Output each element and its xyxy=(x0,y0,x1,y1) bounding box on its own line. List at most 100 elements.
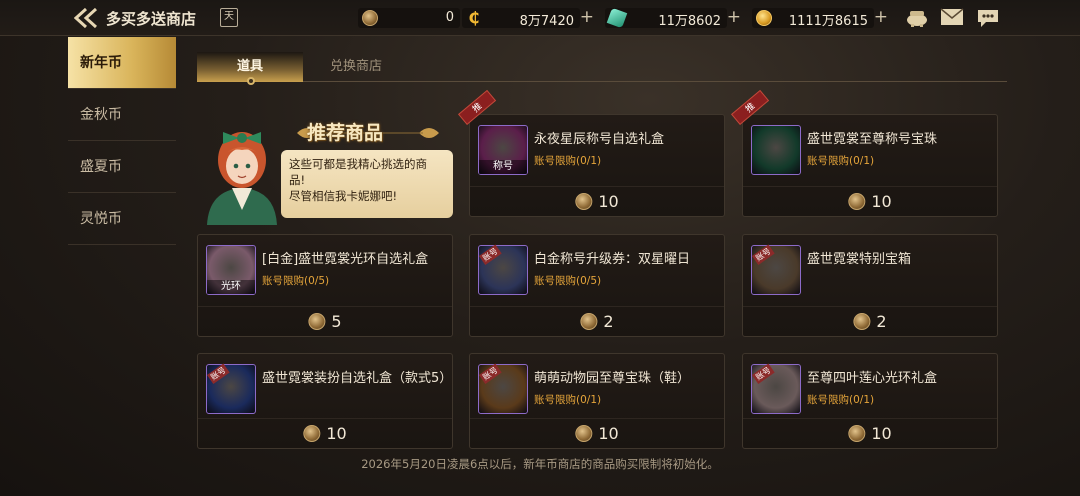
price-bar[interactable]: 10 xyxy=(743,186,997,216)
price-value: 10 xyxy=(598,192,619,211)
tab-bar: 道具 兑换商店 xyxy=(197,52,1007,82)
price-value: 10 xyxy=(871,424,892,443)
product-card[interactable]: 账号 盛世霓裳特别宝箱 2 xyxy=(742,234,998,337)
price-bar[interactable]: 2 xyxy=(470,306,724,336)
product-name: 白金称号升级券：双星曜日 xyxy=(534,252,691,267)
price-bar[interactable]: 2 xyxy=(743,306,997,336)
product-card[interactable]: 账号 白金称号升级券：双星曜日 账号限购(0/5) 2 xyxy=(469,234,725,337)
price: 10 xyxy=(575,192,619,211)
purchase-limit: 账号限购(0/5) xyxy=(262,275,330,287)
price-bar[interactable]: 10 xyxy=(470,418,724,448)
thumbnail-label: 光环 xyxy=(207,280,255,294)
price-value: 10 xyxy=(598,424,619,443)
chat-icon[interactable] xyxy=(976,8,1000,28)
currency-value: 8万7420 xyxy=(519,14,574,29)
product-name: 盛世霓裳装扮自选礼盒（款式5） xyxy=(262,371,453,386)
purchase-limit: 账号限购(0/1) xyxy=(807,155,875,167)
purchase-limit: 账号限购(0/1) xyxy=(534,394,602,406)
currency-bronze: 0 xyxy=(358,8,460,28)
price: 5 xyxy=(308,312,342,331)
add-currency-button[interactable]: + xyxy=(727,7,741,27)
price-value: 10 xyxy=(326,424,347,443)
purchase-limit: 账号限购(0/1) xyxy=(807,394,875,406)
cauldron-icon[interactable] xyxy=(905,8,929,28)
mail-icon[interactable] xyxy=(940,8,964,28)
price-value: 5 xyxy=(331,312,342,331)
product-name: 萌萌动物园至尊宝珠（鞋） xyxy=(534,371,691,386)
account-stamp: 账号 xyxy=(207,363,230,385)
account-stamp: 账号 xyxy=(479,244,502,266)
price-value: 10 xyxy=(871,192,892,211)
sidebar-item-summer[interactable]: 盛夏币 xyxy=(68,141,176,193)
tab-exchange-shop[interactable]: 兑换商店 xyxy=(303,52,409,82)
add-currency-button[interactable]: + xyxy=(580,7,594,27)
bronze-coin-icon xyxy=(303,425,321,442)
price-bar[interactable]: 5 xyxy=(198,306,452,336)
price: 2 xyxy=(580,312,614,331)
tab-indicator xyxy=(247,77,255,85)
recommend-tag: 推 xyxy=(731,89,770,125)
price: 10 xyxy=(848,424,892,443)
currency-value: 0 xyxy=(445,10,454,25)
currency-c: ₵ 8万7420 + xyxy=(462,7,594,29)
product-name: 永夜星辰称号自选礼盒 xyxy=(534,132,665,147)
c-coin-icon: ₵ xyxy=(468,8,480,27)
reset-notice: 2026年5月20日凌晨6点以后，新年币商店的商品购买限制将初始化。 xyxy=(361,457,719,471)
price: 2 xyxy=(853,312,887,331)
account-stamp: 账号 xyxy=(752,363,775,385)
currency-gold: 1111万8615 + xyxy=(752,7,888,29)
thumbnail-label: 称号 xyxy=(479,160,527,174)
product-thumbnail: 光环 xyxy=(206,245,256,295)
bronze-coin-icon xyxy=(580,313,598,330)
calendar-icon[interactable]: 天 xyxy=(220,8,238,27)
account-stamp: 账号 xyxy=(479,363,502,385)
price-bar[interactable]: 10 xyxy=(198,418,452,448)
price-value: 2 xyxy=(876,312,887,331)
bronze-coin-icon xyxy=(308,313,326,330)
product-thumbnail: 账号 xyxy=(751,244,801,295)
shop-title: 多买多送商店 xyxy=(106,10,197,28)
sidebar-item-new-year[interactable]: 新年币 xyxy=(68,37,176,89)
back-arrow-icon[interactable] xyxy=(73,7,98,29)
price: 10 xyxy=(848,192,892,211)
price-bar[interactable]: 10 xyxy=(743,418,997,448)
account-stamp: 账号 xyxy=(752,244,775,266)
product-thumbnail: 称号 xyxy=(478,125,528,175)
product-card[interactable]: 账号 萌萌动物园至尊宝珠（鞋） 账号限购(0/1) 10 xyxy=(469,353,725,449)
price: 10 xyxy=(303,424,347,443)
currency-sidebar: 新年币 金秋币 盛夏币 灵悦币 xyxy=(68,37,176,245)
product-thumbnail: 账号 xyxy=(751,363,801,414)
product-name: [白金]盛世霓裳光环自选礼盒 xyxy=(262,252,429,267)
currency-gem: 11万8602 + xyxy=(605,7,741,29)
purchase-limit: 账号限购(0/1) xyxy=(534,155,602,167)
bubble-text: 尽管相信我卡妮娜吧! xyxy=(289,189,398,203)
top-bar: 多买多送商店 天 0 ₵ 8万7420 + 11万8602 + 1111万861… xyxy=(0,0,1080,36)
product-card[interactable]: 账号 至尊四叶莲心光环礼盒 账号限购(0/1) 10 xyxy=(742,353,998,449)
product-card[interactable]: 推盛世霓裳至尊称号宝珠 账号限购(0/1) 10 xyxy=(731,89,998,217)
product-thumbnail: 账号 xyxy=(478,244,528,295)
sidebar-item-autumn[interactable]: 金秋币 xyxy=(68,89,176,141)
bubble-text: 品! xyxy=(289,173,306,187)
product-card[interactable]: 账号 盛世霓裳装扮自选礼盒（款式5） 10 xyxy=(197,353,453,449)
product-card[interactable]: 光环 [白金]盛世霓裳光环自选礼盒 账号限购(0/5) 5 xyxy=(197,234,453,337)
currency-value: 11万8602 xyxy=(658,14,721,29)
currency-value: 1111万8615 xyxy=(788,14,868,29)
bronze-coin-icon xyxy=(362,10,378,26)
product-card[interactable]: 称号 推永夜星辰称号自选礼盒 账号限购(0/1) 10 xyxy=(458,89,725,217)
product-thumbnail: 账号 xyxy=(206,363,256,414)
price-value: 2 xyxy=(603,312,614,331)
npc-speech-bubble: 这些可都是我精心挑选的商 品! 尽管相信我卡妮娜吧! xyxy=(281,150,453,218)
bronze-coin-icon xyxy=(848,425,866,442)
bronze-coin-icon xyxy=(575,193,593,210)
product-name: 盛世霓裳特别宝箱 xyxy=(807,252,912,267)
sidebar-item-lingyue[interactable]: 灵悦币 xyxy=(68,193,176,245)
bronze-coin-icon xyxy=(848,193,866,210)
recommend-tag: 推 xyxy=(458,89,497,125)
price-bar[interactable]: 10 xyxy=(470,186,724,216)
purchase-limit: 账号限购(0/5) xyxy=(534,275,602,287)
green-gem-icon xyxy=(606,7,628,29)
product-thumbnail: 账号 xyxy=(478,363,528,414)
product-name: 至尊四叶莲心光环礼盒 xyxy=(807,371,938,386)
add-currency-button[interactable]: + xyxy=(874,7,888,27)
bronze-coin-icon xyxy=(853,313,871,330)
